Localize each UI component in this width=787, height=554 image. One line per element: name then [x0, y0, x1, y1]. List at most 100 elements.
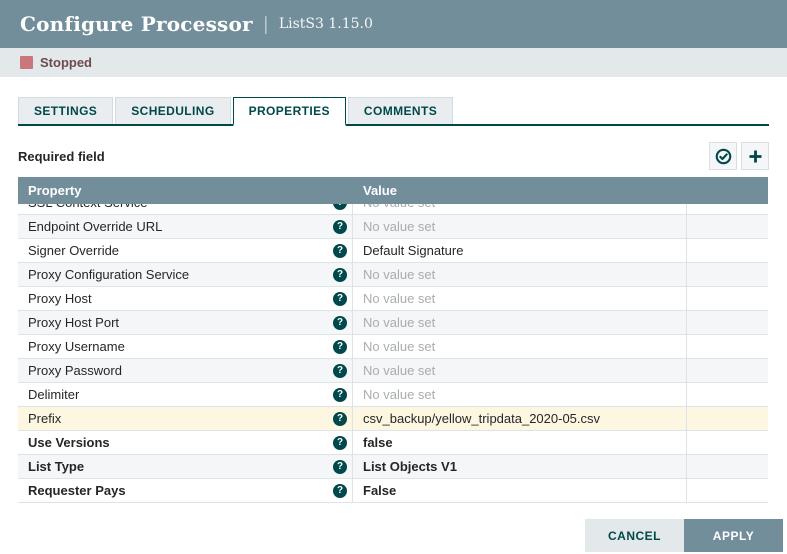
help-icon[interactable]: ? [333, 292, 347, 306]
tab-properties[interactable]: PROPERTIES [233, 97, 346, 126]
title-separator: | [263, 14, 269, 35]
property-name: List Type [28, 459, 84, 474]
property-name: Endpoint Override URL [28, 219, 162, 234]
apply-button[interactable]: APPLY [684, 519, 783, 552]
property-value[interactable]: False [353, 479, 687, 502]
property-name-cell: Signer Override ? [18, 239, 353, 262]
properties-table-header: Property Value [18, 177, 768, 204]
table-row[interactable]: Endpoint Override URL ? No value set [18, 215, 768, 239]
property-name-cell: Proxy Host Port ? [18, 311, 353, 334]
property-name-cell: Prefix ? [18, 407, 353, 430]
property-name-cell: SSL Context Service ? [18, 204, 353, 214]
property-name-cell: Proxy Username ? [18, 335, 353, 358]
table-row[interactable]: Proxy Username ? No value set [18, 335, 768, 359]
tab-scheduling[interactable]: SCHEDULING [115, 97, 230, 124]
row-filler-cell [687, 239, 768, 262]
help-icon[interactable]: ? [333, 484, 347, 498]
table-row[interactable]: Signer Override ? Default Signature [18, 239, 768, 263]
row-filler-cell [687, 431, 768, 454]
help-icon[interactable]: ? [333, 204, 347, 210]
table-row[interactable]: Requester Pays ? False [18, 479, 768, 503]
tab-label: COMMENTS [364, 104, 437, 118]
property-name: Requester Pays [28, 483, 126, 498]
help-icon[interactable]: ? [333, 244, 347, 258]
property-name: SSL Context Service [28, 204, 147, 210]
help-icon[interactable]: ? [333, 340, 347, 354]
property-name-cell: Delimiter ? [18, 383, 353, 406]
row-filler-cell [687, 455, 768, 478]
properties-toolbar: Required field [18, 141, 769, 171]
stopped-icon [20, 56, 33, 69]
help-icon[interactable]: ? [333, 412, 347, 426]
property-value[interactable]: false [353, 431, 687, 454]
property-value[interactable]: Default Signature [353, 239, 687, 262]
property-name-cell: Endpoint Override URL ? [18, 215, 353, 238]
verify-check-circle-icon [715, 148, 732, 165]
property-name: Proxy Configuration Service [28, 267, 189, 282]
status-badge: Stopped [40, 55, 92, 70]
property-value[interactable]: No value set [353, 383, 687, 406]
help-icon[interactable]: ? [333, 220, 347, 234]
table-row[interactable]: Proxy Host ? No value set [18, 287, 768, 311]
row-filler-cell [687, 335, 768, 358]
row-filler-cell [687, 383, 768, 406]
tab-label: SETTINGS [34, 104, 97, 118]
help-icon[interactable]: ? [333, 364, 347, 378]
property-name: Proxy Host Port [28, 315, 119, 330]
toolbar-buttons [709, 142, 769, 170]
help-icon[interactable]: ? [333, 268, 347, 282]
add-property-button[interactable] [741, 142, 769, 170]
verify-properties-button[interactable] [709, 142, 737, 170]
table-row[interactable]: Proxy Configuration Service ? No value s… [18, 263, 768, 287]
property-name-cell: Proxy Password ? [18, 359, 353, 382]
property-value[interactable]: csv_backup/yellow_tripdata_2020-05.csv [353, 407, 687, 430]
plus-icon [747, 148, 764, 165]
table-row[interactable]: Use Versions ? false [18, 431, 768, 455]
tab-label: PROPERTIES [249, 104, 330, 118]
processor-name-version: ListS3 1.15.0 [279, 16, 373, 32]
table-row[interactable]: Proxy Password ? No value set [18, 359, 768, 383]
table-row[interactable]: Prefix ? csv_backup/yellow_tripdata_2020… [18, 407, 768, 431]
property-value[interactable]: No value set [353, 263, 687, 286]
required-field-label: Required field [18, 149, 105, 164]
column-header-value: Value [353, 183, 687, 198]
help-icon[interactable]: ? [333, 316, 347, 330]
row-filler-cell [687, 215, 768, 238]
status-bar: Stopped [0, 48, 787, 77]
table-row[interactable]: SSL Context Service ? No value set [18, 204, 768, 215]
tab-comments[interactable]: COMMENTS [348, 97, 453, 124]
property-value[interactable]: No value set [353, 359, 687, 382]
property-value[interactable]: No value set [353, 215, 687, 238]
property-name-cell: Proxy Configuration Service ? [18, 263, 353, 286]
property-name: Proxy Password [28, 363, 122, 378]
help-icon[interactable]: ? [333, 436, 347, 450]
row-filler-cell [687, 311, 768, 334]
property-name-cell: Requester Pays ? [18, 479, 353, 502]
tab-settings[interactable]: SETTINGS [18, 97, 113, 124]
property-name: Proxy Host [28, 291, 92, 306]
row-filler-cell [687, 204, 768, 214]
help-icon[interactable]: ? [333, 388, 347, 402]
help-icon[interactable]: ? [333, 460, 347, 474]
column-header-property: Property [18, 183, 353, 198]
table-row[interactable]: List Type ? List Objects V1 [18, 455, 768, 479]
property-value[interactable]: No value set [353, 287, 687, 310]
table-row[interactable]: Proxy Host Port ? No value set [18, 311, 768, 335]
table-row[interactable]: Delimiter ? No value set [18, 383, 768, 407]
tab-bar: SETTINGS SCHEDULING PROPERTIES COMMENTS [18, 97, 769, 126]
property-value[interactable]: No value set [353, 335, 687, 358]
cancel-button[interactable]: CANCEL [585, 519, 684, 552]
row-filler-cell [687, 263, 768, 286]
property-name-cell: Proxy Host ? [18, 287, 353, 310]
dialog-content: SETTINGS SCHEDULING PROPERTIES COMMENTS … [0, 77, 787, 503]
property-name: Prefix [28, 411, 61, 426]
tab-label: SCHEDULING [131, 104, 214, 118]
dialog-header: Configure Processor | ListS3 1.15.0 [0, 0, 787, 48]
property-value[interactable]: No value set [353, 311, 687, 334]
property-value[interactable]: No value set [353, 204, 687, 214]
dialog-footer: CANCEL APPLY [585, 519, 783, 552]
property-name: Proxy Username [28, 339, 125, 354]
property-value[interactable]: List Objects V1 [353, 455, 687, 478]
row-filler-cell [687, 287, 768, 310]
row-filler-cell [687, 359, 768, 382]
